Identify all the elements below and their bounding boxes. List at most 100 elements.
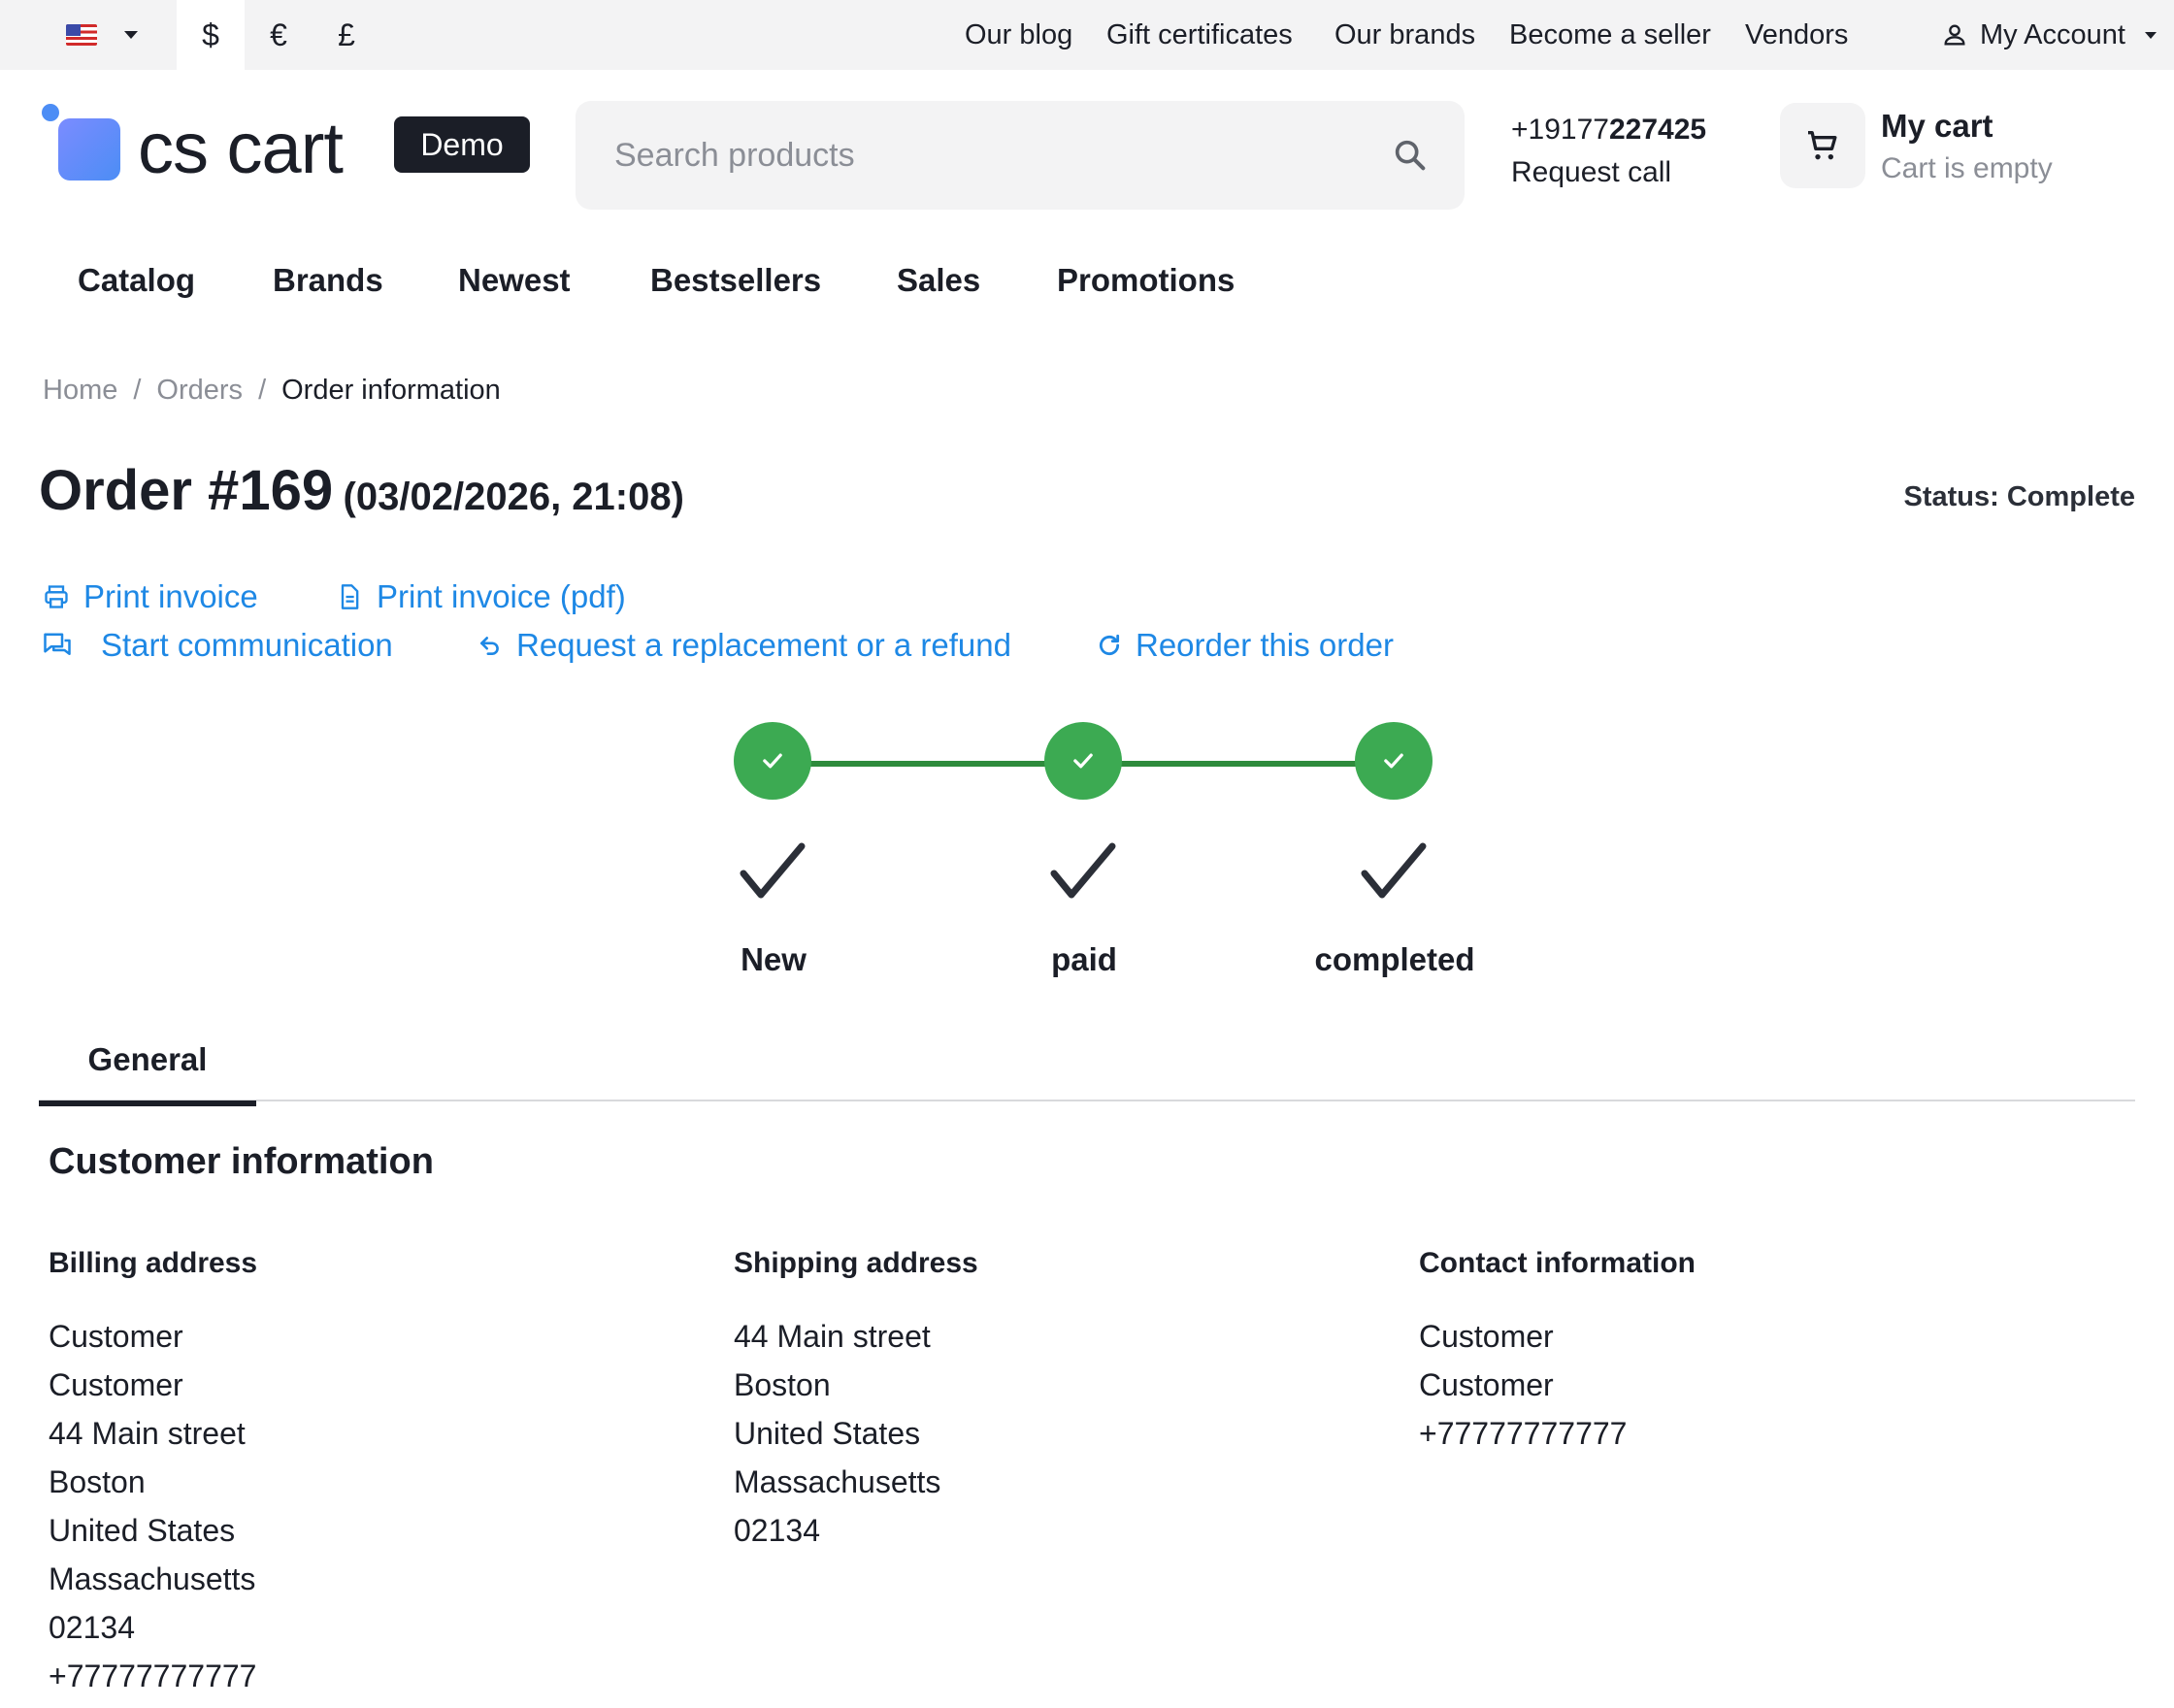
contact-line: +77777777777 [1419,1416,1628,1451]
chat-icon [44,633,71,655]
reorder-link[interactable]: Reorder this order [1097,627,1394,664]
check-icon [1073,753,1093,769]
phone-number[interactable]: +19177227425 [1511,109,1706,151]
nav-catalog[interactable]: Catalog [78,262,195,299]
address-line: +77777777777 [49,1659,257,1693]
shipping-address-heading: Shipping address [734,1247,978,1279]
print-invoice-label: Print invoice [83,578,258,614]
start-communication-link[interactable]: Start communication [43,627,393,664]
cart-button[interactable] [1780,103,1865,188]
step-paid-circle [1044,722,1122,800]
my-account-label: My Account [1980,18,2125,50]
nav-sales[interactable]: Sales [897,262,980,299]
contact-information-lines: Customer Customer +77777777777 [1419,1312,1696,1458]
breadcrumb-current: Order information [281,375,501,406]
check-icon [1384,753,1403,769]
chevron-down-icon [2144,31,2157,39]
address-line: United States [734,1416,921,1451]
step-completed-circle [1355,722,1433,800]
refresh-icon [1099,634,1120,656]
page-title: Order #169 (03/02/2026, 21:08) [39,458,684,523]
undo-icon [480,637,499,655]
billing-address-heading: Billing address [49,1247,258,1279]
address-line: Customer [49,1319,183,1354]
logo-dot [42,104,59,121]
breadcrumb-separator: / [258,375,267,406]
currency-usd[interactable]: $ [177,0,245,70]
nav-brands[interactable]: Brands [273,262,383,299]
address-line: 44 Main street [49,1416,246,1451]
nav-bestsellers[interactable]: Bestsellers [650,262,821,299]
link-become-seller[interactable]: Become a seller [1509,19,1711,51]
order-date: (03/02/2026, 21:08) [343,476,684,518]
step-label-completed: completed [1314,941,1475,977]
cart-icon [1808,131,1837,160]
search-input[interactable] [614,128,1371,182]
step-connector [773,761,1083,767]
address-line: United States [49,1513,236,1548]
address-line: Massachusetts [49,1561,256,1596]
link-our-brands[interactable]: Our brands [1334,19,1475,51]
billing-address-section: Billing address Customer Customer 44 Mai… [49,1242,257,1700]
language-selector[interactable] [39,0,177,70]
request-refund-label: Request a replacement or a refund [516,627,1011,663]
reorder-label: Reorder this order [1136,627,1394,663]
step-label-new: New [741,941,807,977]
chevron-down-icon [124,31,138,39]
request-refund-link[interactable]: Request a replacement or a refund [478,627,1011,664]
print-invoice-pdf-label: Print invoice (pdf) [377,578,626,614]
phone-block: +19177227425 Request call [1511,109,1706,194]
request-call-link[interactable]: Request call [1511,151,1706,194]
breadcrumb-home[interactable]: Home [43,375,117,406]
shipping-address-section: Shipping address 44 Main street Boston U… [734,1242,978,1555]
checkmark-icon [1361,842,1427,899]
document-icon [341,584,359,609]
link-our-blog[interactable]: Our blog [965,19,1072,51]
top-bar: $ € £ Our blog Gift certificates Our bra… [0,0,2174,70]
checkmark-icon [740,842,806,899]
step-new-circle [734,722,811,800]
customer-information-title: Customer information [49,1141,434,1182]
address-line: Boston [49,1464,146,1499]
order-status: Status: Complete [1903,481,2135,512]
start-communication-label: Start communication [101,627,393,663]
contact-line: Customer [1419,1319,1554,1354]
address-line: Customer [49,1367,183,1402]
address-line: 44 Main street [734,1319,931,1354]
search-icon[interactable] [1391,136,1430,175]
link-gift-certificates[interactable]: Gift certificates [1106,19,1293,51]
search-box [576,101,1465,210]
address-line: Boston [734,1367,831,1402]
nav-promotions[interactable]: Promotions [1057,262,1235,299]
print-invoice-pdf-link[interactable]: Print invoice (pdf) [336,578,626,615]
contact-line: Customer [1419,1367,1554,1402]
step-label-paid: paid [1051,941,1117,977]
check-icon [763,753,782,769]
address-line: 02134 [734,1513,820,1548]
nav-newest[interactable]: Newest [458,262,571,299]
currency-eur[interactable]: € [245,0,313,70]
currency-gbp[interactable]: £ [313,0,380,70]
contact-information-section: Contact information Customer Customer +7… [1419,1242,1696,1458]
print-invoice-link[interactable]: Print invoice [43,578,258,615]
demo-badge: Demo [394,116,530,173]
breadcrumb-orders[interactable]: Orders [156,375,243,406]
order-number: Order #169 [39,459,334,522]
logo-text: cs cart [138,108,344,188]
checkmark-icon [1050,842,1116,899]
breadcrumb: Home / Orders / Order information [43,375,501,407]
my-account-menu[interactable]: My Account [1941,0,2157,70]
logo-square [58,118,120,181]
breadcrumb-separator: / [133,375,142,406]
tab-general[interactable]: General [39,1021,256,1106]
address-line: 02134 [49,1610,135,1645]
contact-information-heading: Contact information [1419,1247,1696,1279]
user-icon [1944,24,1965,46]
address-line: Massachusetts [734,1464,941,1499]
link-vendors[interactable]: Vendors [1745,19,1848,51]
cart-title: My cart [1881,108,1993,144]
shipping-address-lines: 44 Main street Boston United States Mass… [734,1312,978,1555]
us-flag-icon [66,24,97,46]
cart-status: Cart is empty [1881,152,2053,184]
printer-icon [45,585,68,608]
